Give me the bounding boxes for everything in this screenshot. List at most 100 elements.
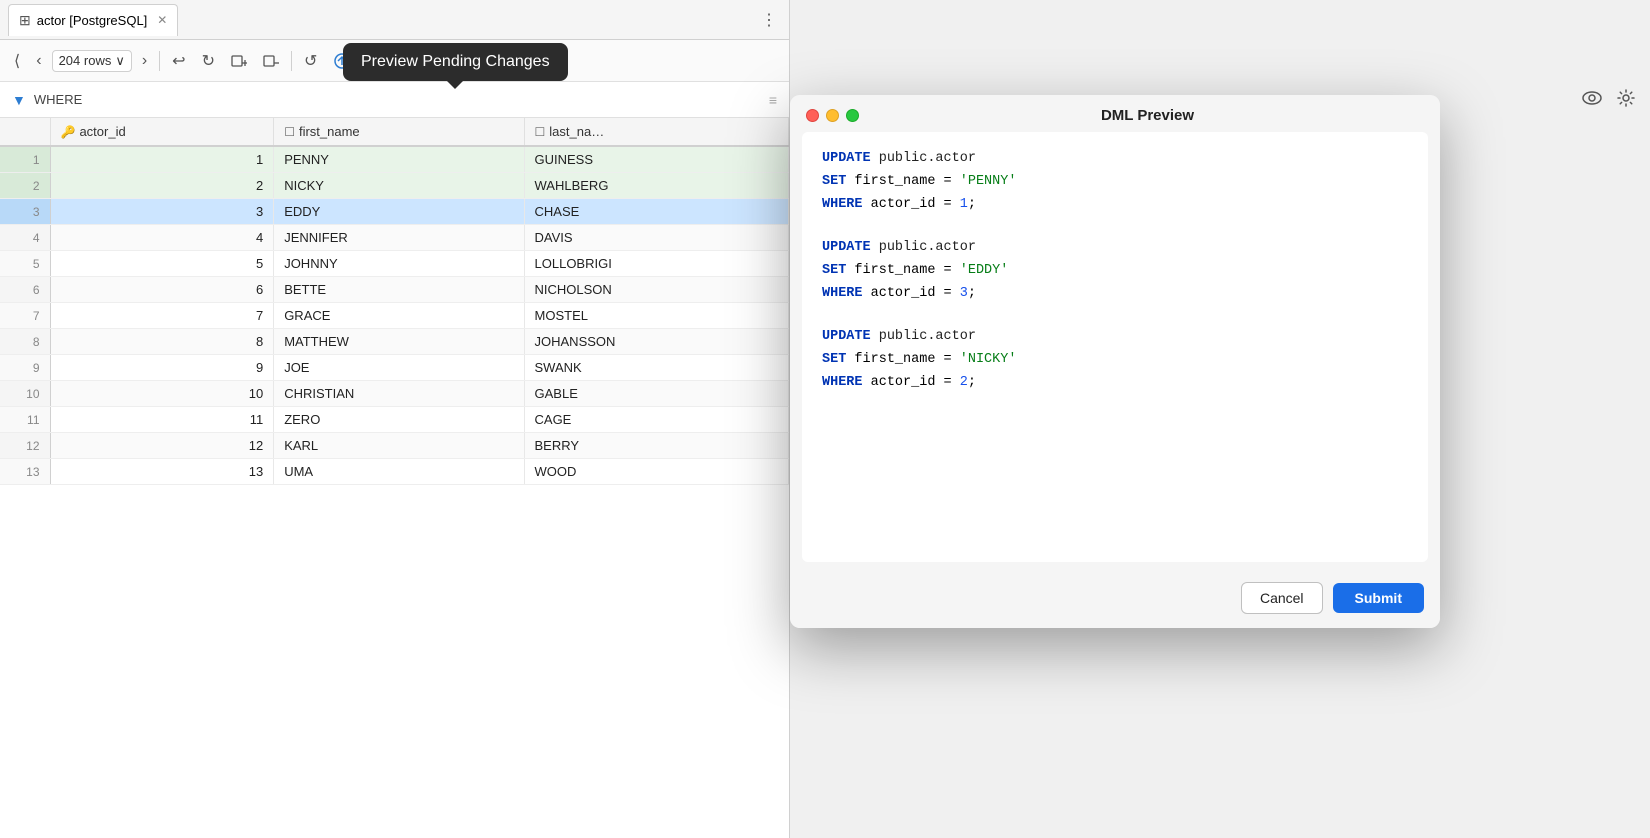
delete-row-button[interactable] <box>257 49 285 73</box>
preview-pending-button[interactable] <box>327 48 357 74</box>
dialog-titlebar: DML Preview <box>790 95 1440 132</box>
col-header-actor-id[interactable]: 🔑actor_id <box>50 118 274 146</box>
sql-statement-1: UPDATE public.actor SET first_name = 'PE… <box>822 148 1408 217</box>
semicolon-1: ; <box>968 197 976 212</box>
settings-icon[interactable] <box>1612 84 1640 117</box>
cancel-button[interactable]: Cancel <box>1241 582 1323 614</box>
cell-actor-id: 6 <box>50 277 274 303</box>
table-row[interactable]: 77GRACEMOSTEL <box>0 303 789 329</box>
row-num: 6 <box>0 277 50 303</box>
nav-prev-button[interactable]: ‹ <box>30 48 47 74</box>
cell-last-name: BERRY <box>524 433 788 459</box>
col-header-first-name[interactable]: ☐first_name <box>274 118 524 146</box>
schema-3: public <box>879 329 928 344</box>
cell-last-name: CAGE <box>524 407 788 433</box>
visibility-icon[interactable] <box>1578 84 1606 117</box>
col-header-last-name[interactable]: ☐last_na… <box>524 118 788 146</box>
table-row[interactable]: 55JOHNNYLOLLOBRIGI <box>0 251 789 277</box>
cell-last-name: LOLLOBRIGI <box>524 251 788 277</box>
cell-first-name: JOE <box>274 355 524 381</box>
cell-actor-id: 1 <box>50 146 274 173</box>
col-header-rownum <box>0 118 50 146</box>
cell-first-name: MATTHEW <box>274 329 524 355</box>
data-table: 🔑actor_id ☐first_name ☐last_na… 11PENNYG… <box>0 118 789 485</box>
table-2: .actor <box>927 240 976 255</box>
table-row[interactable]: 66BETTENICHOLSON <box>0 277 789 303</box>
filter-icon: ▼ <box>12 92 26 108</box>
cell-last-name: JOHANSSON <box>524 329 788 355</box>
cell-actor-id: 13 <box>50 459 274 485</box>
dialog-footer: Cancel Submit <box>790 574 1440 628</box>
row-num: 5 <box>0 251 50 277</box>
cell-first-name: BETTE <box>274 277 524 303</box>
cell-last-name: SWANK <box>524 355 788 381</box>
maximize-button[interactable] <box>846 109 859 122</box>
table-row[interactable]: 1010CHRISTIANGABLE <box>0 381 789 407</box>
tab-more-button[interactable]: ⋮ <box>757 6 781 34</box>
set-val-1: 'PENNY' <box>960 174 1017 189</box>
keyword-set-2: SET <box>822 263 846 278</box>
keyword-set-3: SET <box>822 352 846 367</box>
table-row[interactable]: 88MATTHEWJOHANSSON <box>0 329 789 355</box>
cell-actor-id: 3 <box>50 199 274 225</box>
add-row-button[interactable] <box>225 49 253 73</box>
submit-changes-button[interactable] <box>361 48 391 74</box>
table-row[interactable]: 44JENNIFERDAVIS <box>0 225 789 251</box>
cell-last-name: WAHLBERG <box>524 173 788 199</box>
table-row[interactable]: 1313UMAWOOD <box>0 459 789 485</box>
cell-last-name: NICHOLSON <box>524 277 788 303</box>
table-row[interactable]: 11PENNYGUINESS <box>0 146 789 173</box>
nav-next-button[interactable]: › <box>136 48 153 74</box>
where-val-2: 3 <box>960 286 968 301</box>
cell-last-name: DAVIS <box>524 225 788 251</box>
sql-statement-3: UPDATE public.actor SET first_name = 'NI… <box>822 326 1408 395</box>
set-col-3: first_name = <box>854 352 959 367</box>
table-row[interactable]: 1212KARLBERRY <box>0 433 789 459</box>
dml-preview-dialog[interactable]: DML Preview UPDATE public.actor SET firs… <box>790 95 1440 628</box>
undo-button[interactable]: ↩ <box>166 47 191 75</box>
submit-button[interactable]: Submit <box>1333 583 1424 613</box>
where-val-1: 1 <box>960 197 968 212</box>
row-num: 3 <box>0 199 50 225</box>
table-icon: ⊞ <box>19 12 31 29</box>
cell-first-name: JOHNNY <box>274 251 524 277</box>
cell-actor-id: 8 <box>50 329 274 355</box>
rows-count: 204 rows <box>59 53 112 68</box>
separator-2 <box>291 51 292 71</box>
separator-1 <box>159 51 160 71</box>
where-expr-3: actor_id = <box>871 375 960 390</box>
table-row[interactable]: 33EDDYCHASE <box>0 199 789 225</box>
close-button[interactable] <box>806 109 819 122</box>
data-table-container[interactable]: 🔑actor_id ☐first_name ☐last_na… 11PENNYG… <box>0 118 789 838</box>
cell-last-name: GABLE <box>524 381 788 407</box>
tab-actor[interactable]: ⊞ actor [PostgreSQL] ✕ <box>8 4 178 36</box>
row-num: 11 <box>0 407 50 433</box>
tab-close-button[interactable]: ✕ <box>157 13 167 27</box>
cell-actor-id: 2 <box>50 173 274 199</box>
table-row[interactable]: 99JOESWANK <box>0 355 789 381</box>
cell-actor-id: 11 <box>50 407 274 433</box>
minimize-button[interactable] <box>826 109 839 122</box>
filter-bar: ▼ WHERE ≡ <box>0 82 789 118</box>
dialog-sql-body: UPDATE public.actor SET first_name = 'PE… <box>802 132 1428 562</box>
redo-button[interactable]: ↻ <box>196 47 221 75</box>
row-num: 4 <box>0 225 50 251</box>
tab-bar: ⊞ actor [PostgreSQL] ✕ ⋮ <box>0 0 789 40</box>
where-val-3: 2 <box>960 375 968 390</box>
schema-1: public <box>879 151 928 166</box>
revert-button[interactable]: ↺ <box>298 47 323 75</box>
cell-first-name: JENNIFER <box>274 225 524 251</box>
col-type-icon-2: ☐ <box>535 125 546 139</box>
keyword-update-3: UPDATE <box>822 329 871 344</box>
cell-actor-id: 4 <box>50 225 274 251</box>
keyword-update-2: UPDATE <box>822 240 871 255</box>
nav-first-button[interactable]: ⟨ <box>8 47 26 75</box>
semicolon-2: ; <box>968 286 976 301</box>
rows-display[interactable]: 204 rows ∨ <box>52 50 132 72</box>
table-row[interactable]: 1111ZEROCAGE <box>0 407 789 433</box>
semicolon-3: ; <box>968 375 976 390</box>
keyword-where-1: WHERE <box>822 197 863 212</box>
set-col-1: first_name = <box>854 174 959 189</box>
table-row[interactable]: 22NICKYWAHLBERG <box>0 173 789 199</box>
table-3: .actor <box>927 329 976 344</box>
